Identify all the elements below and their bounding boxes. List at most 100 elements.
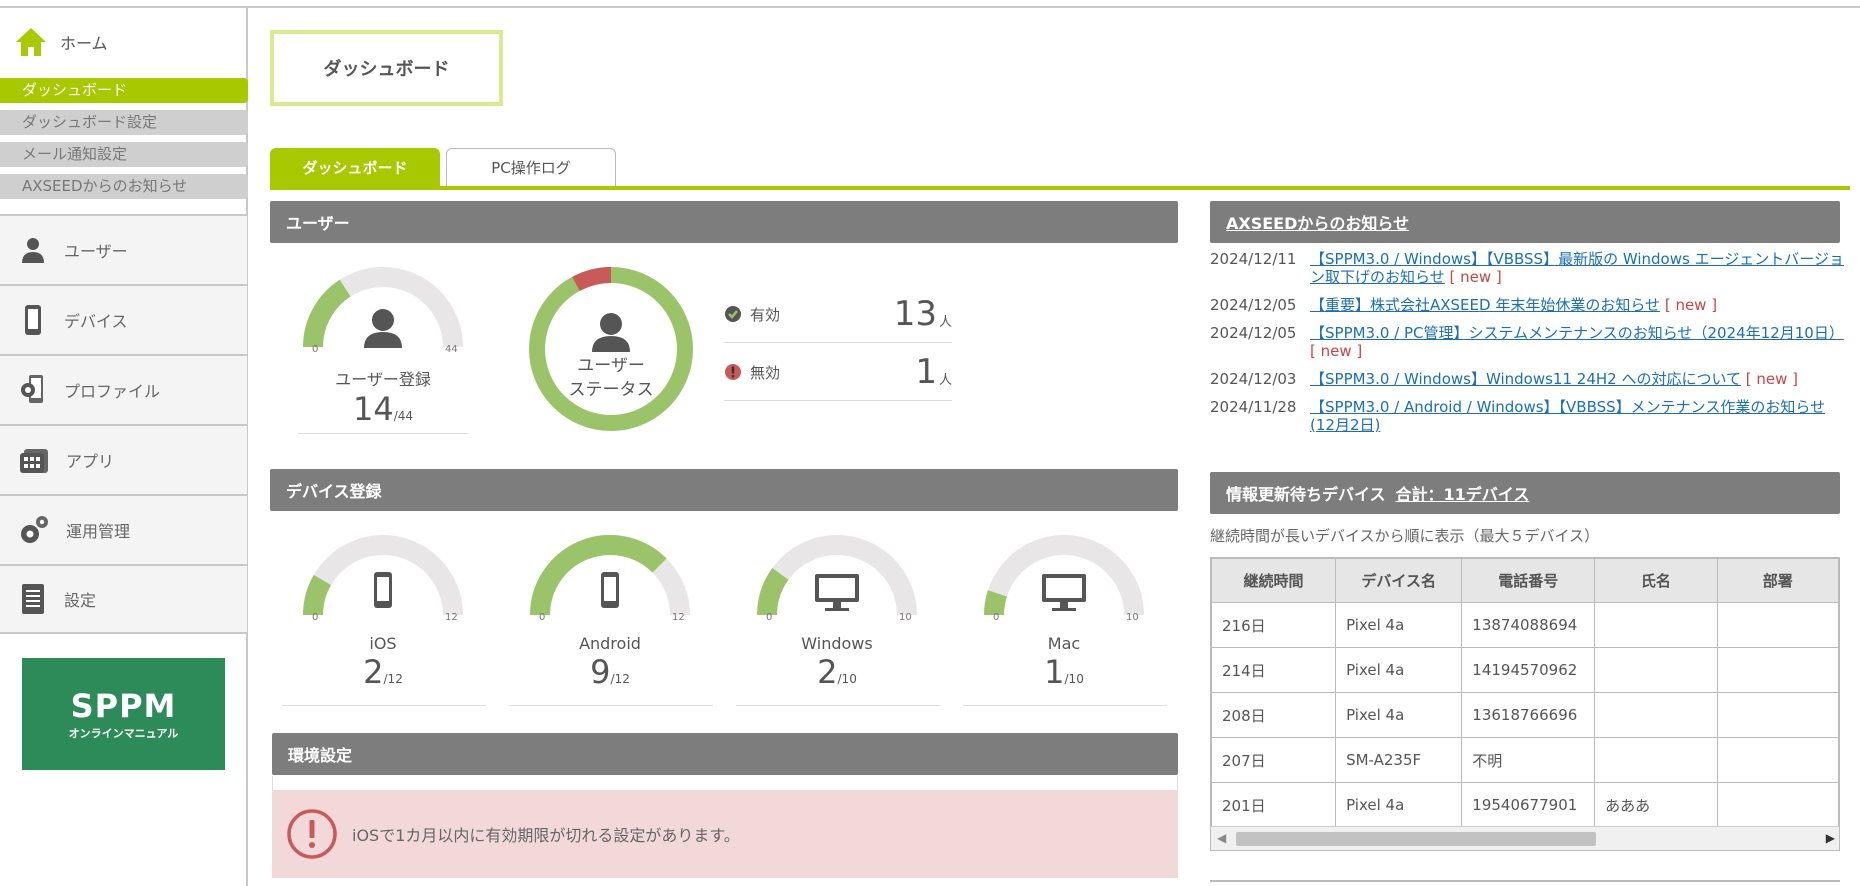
subnav-dashboard-settings[interactable]: ダッシュボード設定 bbox=[0, 110, 248, 135]
table-cell bbox=[1716, 692, 1839, 738]
gauge-label: ユーザー登録 bbox=[335, 370, 431, 389]
news-link[interactable]: 【SPPM3.0 / Windows】【VBBSS】最新版の Windows エ… bbox=[1310, 250, 1844, 286]
news-link[interactable]: 【SPPM3.0 / Android / Windows】【VBBSS】メンテナ… bbox=[1310, 398, 1825, 434]
table-row[interactable]: 207日 SM-A235F 不明 bbox=[1211, 737, 1839, 783]
news-text: 【SPPM3.0 / Android / Windows】【VBBSS】メンテナ… bbox=[1310, 398, 1846, 434]
column-header[interactable]: 氏名 bbox=[1594, 558, 1718, 603]
document-icon bbox=[22, 584, 44, 614]
table-row[interactable]: 208日 Pixel 4a 13618766696 bbox=[1211, 692, 1839, 738]
home-link[interactable]: ホーム bbox=[14, 26, 108, 58]
status-inactive-row: 無効 1 人 bbox=[724, 344, 952, 401]
app-grid-icon bbox=[20, 449, 48, 473]
sidebar-item-label: プロファイル bbox=[64, 382, 161, 401]
sidebar-item-profiles[interactable]: プロファイル bbox=[0, 354, 247, 424]
scroll-left-icon[interactable]: ◀ bbox=[1217, 831, 1226, 845]
table-cell bbox=[1716, 782, 1839, 828]
waiting-total-link[interactable]: 合計：11デバイス bbox=[1396, 481, 1530, 505]
new-badge: [ new ] bbox=[1745, 370, 1799, 388]
subnav-axseed-news[interactable]: AXSEEDからのお知らせ bbox=[0, 174, 248, 199]
gauge-min: 0 bbox=[312, 344, 319, 355]
sidebar-item-settings[interactable]: 設定 bbox=[0, 564, 247, 634]
horizontal-scrollbar[interactable]: ◀ ▶ bbox=[1211, 826, 1839, 850]
table-row[interactable]: 201日 Pixel 4a 19540677901 あああ bbox=[1211, 782, 1839, 828]
table-cell bbox=[1594, 647, 1718, 693]
subnav-dashboard[interactable]: ダッシュボード bbox=[0, 78, 248, 103]
table-row[interactable]: 214日 Pixel 4a 14194570962 bbox=[1211, 647, 1839, 693]
column-header[interactable]: 電話番号 bbox=[1461, 558, 1596, 603]
news-link[interactable]: 【重要】株式会社AXSEED 年末年始休業のお知らせ bbox=[1310, 296, 1660, 314]
gauge-min: 0 bbox=[539, 612, 546, 623]
table-cell: Pixel 4a bbox=[1335, 782, 1463, 828]
sidebar-item-users[interactable]: ユーザー bbox=[0, 214, 247, 284]
news-item: 2024/12/11 【SPPM3.0 / Windows】【VBBSS】最新版… bbox=[1210, 250, 1846, 286]
gauge-value: 2/10 bbox=[817, 653, 857, 691]
divider bbox=[509, 705, 713, 706]
device-gauge-android: 0 12 Android 9/12 bbox=[509, 530, 713, 706]
table-cell: 不明 bbox=[1461, 737, 1596, 783]
table-cell bbox=[1716, 737, 1839, 783]
table-cell: 201日 bbox=[1211, 782, 1337, 828]
alert-text: iOSで1カ月以内に有効期限が切れる設定があります。 bbox=[352, 826, 740, 845]
table-cell bbox=[1716, 647, 1839, 693]
status-active-label: 有効 bbox=[750, 305, 781, 324]
status-inactive-value: 1 bbox=[915, 352, 937, 392]
page-title: ダッシュボード bbox=[270, 30, 503, 106]
alert-spacer bbox=[272, 776, 1178, 790]
sidebar-item-label: アプリ bbox=[66, 452, 115, 471]
manual-banner[interactable]: SPPM オンラインマニュアル bbox=[22, 658, 225, 770]
monitor-icon bbox=[757, 535, 917, 616]
divider bbox=[298, 433, 468, 434]
waiting-table-wrap: 継続時間 デバイス名 電話番号 氏名 部署 216日 Pixel 4a 1387408869… bbox=[1210, 557, 1840, 851]
divider bbox=[736, 705, 940, 706]
table-cell: Pixel 4a bbox=[1335, 602, 1463, 648]
gauge-label: iOS bbox=[369, 634, 397, 653]
table-cell: Pixel 4a bbox=[1335, 647, 1463, 693]
sidebar-item-operations[interactable]: 運用管理 bbox=[0, 494, 247, 564]
waiting-header-title: 情報更新待ちデバイス bbox=[1226, 485, 1386, 504]
news-item: 2024/11/28 【SPPM3.0 / Android / Windows】… bbox=[1210, 398, 1846, 434]
scroll-right-icon[interactable]: ▶ bbox=[1826, 831, 1835, 845]
gauge-max: 12 bbox=[672, 612, 685, 623]
gauge-value: 2/12 bbox=[363, 653, 403, 691]
table-cell: 13874088694 bbox=[1461, 602, 1596, 648]
column-header[interactable]: デバイス名 bbox=[1335, 558, 1463, 603]
user-registration-arc bbox=[303, 267, 463, 348]
tab-dashboard[interactable]: ダッシュボード bbox=[270, 148, 440, 186]
exclamation-icon bbox=[725, 364, 741, 380]
news-list: 2024/12/11 【SPPM3.0 / Windows】【VBBSS】最新版… bbox=[1210, 250, 1846, 444]
device-gauge-ios: 0 12 iOS 2/12 bbox=[282, 530, 486, 706]
gauge-value: 1/10 bbox=[1044, 653, 1084, 691]
scrollbar-thumb[interactable] bbox=[1236, 832, 1596, 846]
device-gauge-mac: 0 10 Mac 1/10 bbox=[963, 530, 1167, 706]
sidebar-item-devices[interactable]: デバイス bbox=[0, 284, 247, 354]
tab-pc-log[interactable]: PC操作ログ bbox=[446, 148, 616, 186]
news-link[interactable]: 【SPPM3.0 / PC管理】システムメンテナンスのお知らせ（2024年12月… bbox=[1310, 324, 1844, 342]
news-header-link[interactable]: AXSEEDからのお知らせ bbox=[1226, 210, 1409, 234]
status-inactive-unit: 人 bbox=[938, 372, 952, 388]
column-header[interactable]: 部署 bbox=[1716, 558, 1839, 603]
column-header[interactable]: 継続時間 bbox=[1211, 558, 1337, 603]
table-cell: 216日 bbox=[1211, 602, 1337, 648]
table-cell: あああ bbox=[1594, 782, 1718, 828]
sidebar-item-label: デバイス bbox=[64, 312, 128, 331]
sidebar-item-label: 設定 bbox=[64, 591, 97, 610]
news-date: 2024/12/05 bbox=[1210, 296, 1297, 314]
table-cell: Pixel 4a bbox=[1335, 692, 1463, 738]
phone-icon bbox=[530, 535, 690, 616]
news-date: 2024/11/28 bbox=[1210, 398, 1297, 416]
gauge-label: Android bbox=[579, 634, 641, 653]
table-cell: 13618766696 bbox=[1461, 692, 1596, 738]
subnav-mail-settings[interactable]: メール通知設定 bbox=[0, 142, 248, 167]
environment-panel-header: 環境設定 bbox=[272, 733, 1178, 775]
divider bbox=[963, 705, 1167, 706]
news-link[interactable]: 【SPPM3.0 / Windows】Windows11 24H2 への対応につ… bbox=[1310, 370, 1741, 388]
sidebar-item-apps[interactable]: アプリ bbox=[0, 424, 247, 494]
news-panel-header: AXSEEDからのお知らせ bbox=[1210, 201, 1840, 243]
user-registration-gauge: 0 44 ユーザー登録 14/44 bbox=[298, 262, 468, 437]
news-text: 【重要】株式会社AXSEED 年末年始休業のお知らせ [ new ] bbox=[1310, 296, 1717, 314]
check-icon bbox=[725, 306, 741, 322]
table-row[interactable]: 216日 Pixel 4a 13874088694 bbox=[1211, 602, 1839, 648]
expiry-alert: iOSで1カ月以内に有効期限が切れる設定があります。 bbox=[272, 790, 1178, 878]
status-inactive-label: 無効 bbox=[750, 363, 781, 382]
new-badge: [ new ] bbox=[1664, 296, 1718, 314]
